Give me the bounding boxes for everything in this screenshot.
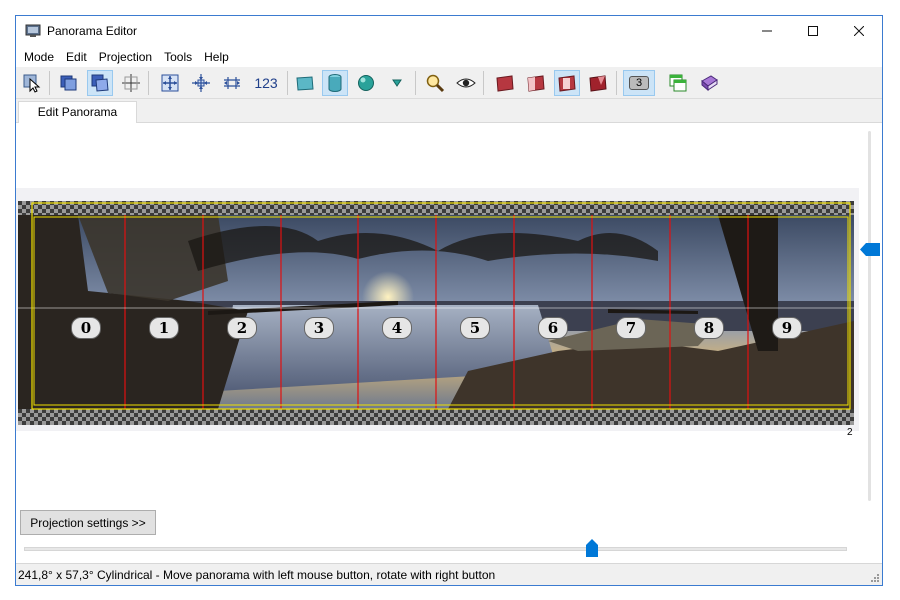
sphere-icon	[358, 75, 374, 91]
crop-button-3[interactable]	[554, 70, 580, 96]
minimize-button[interactable]	[744, 16, 790, 46]
menu-projection[interactable]: Projection	[93, 50, 158, 64]
crop-button-2[interactable]	[523, 70, 549, 96]
menu-tools[interactable]: Tools	[158, 50, 198, 64]
red-panel-center-icon	[558, 75, 576, 92]
menu-help[interactable]: Help	[198, 50, 235, 64]
tab-strip: Edit Panorama	[16, 99, 882, 124]
layer-count-badge: 3	[629, 76, 649, 90]
transparent-border-bottom	[18, 409, 854, 425]
cylinder-icon	[328, 74, 342, 92]
rectilinear-projection-button[interactable]	[292, 70, 318, 96]
toolbar: 123 3	[16, 67, 882, 99]
overlap-images-icon	[91, 74, 109, 92]
expand-arrows-icon	[161, 74, 179, 92]
spherical-projection-button[interactable]	[353, 70, 379, 96]
crosshair-button[interactable]	[118, 70, 144, 96]
close-button[interactable]	[836, 16, 882, 46]
close-icon	[854, 26, 864, 36]
layer-count-button[interactable]: 3	[623, 70, 655, 96]
help-book-button[interactable]	[696, 70, 722, 96]
select-arrow-icon	[23, 74, 41, 93]
panorama-image[interactable]	[18, 201, 854, 425]
crop-button-1[interactable]	[492, 70, 518, 96]
panorama-editor-window: Panorama Editor Mode Edit Projection Too…	[15, 15, 883, 586]
align-button[interactable]	[219, 70, 245, 96]
window-title: Panorama Editor	[47, 24, 138, 38]
horizontal-slider-track[interactable]	[24, 547, 847, 551]
title-bar: Panorama Editor	[16, 16, 882, 46]
overlap-images-button[interactable]	[87, 70, 113, 96]
maximize-button[interactable]	[790, 16, 836, 46]
triangle-down-icon	[392, 79, 402, 87]
center-arrows-icon	[192, 74, 210, 92]
select-tool-button[interactable]	[19, 70, 45, 96]
zoom-button[interactable]	[422, 70, 448, 96]
book-icon	[701, 75, 718, 92]
app-icon	[25, 24, 41, 37]
red-panel-left-icon	[527, 75, 545, 92]
horizontal-slider-thumb[interactable]	[585, 539, 598, 557]
align-arrows-icon	[224, 77, 240, 89]
minimize-icon	[762, 30, 772, 32]
red-panel-icon	[496, 75, 514, 92]
menu-bar: Mode Edit Projection Tools Help	[16, 46, 882, 67]
cylindrical-projection-button[interactable]	[322, 70, 348, 96]
overlay-button[interactable]	[665, 70, 691, 96]
status-text: 241,8° x 57,3° Cylindrical - Move panora…	[18, 568, 496, 582]
expand-button[interactable]	[157, 70, 183, 96]
tab-edit-panorama[interactable]: Edit Panorama	[18, 101, 137, 124]
number-images-button[interactable]: 123	[251, 70, 281, 96]
stack-images-icon	[60, 75, 77, 91]
red-panel-fold-icon	[589, 75, 607, 92]
preview-button[interactable]	[453, 70, 479, 96]
crosshair-icon	[122, 74, 140, 92]
menu-edit[interactable]: Edit	[60, 50, 93, 64]
panorama-canvas[interactable]: 0 1 2 3 4 5 6 7 8 9 2 Projection setting…	[16, 123, 882, 563]
projection-dropdown-button[interactable]	[384, 70, 410, 96]
vertical-slider-track[interactable]	[868, 131, 871, 501]
flat-projection-icon	[296, 76, 314, 91]
overlay-windows-icon	[669, 74, 687, 92]
maximize-icon	[808, 26, 818, 36]
magnifier-icon	[426, 74, 445, 93]
eye-icon	[456, 78, 476, 88]
projection-settings-button[interactable]: Projection settings >>	[20, 510, 156, 535]
menu-mode[interactable]: Mode	[18, 50, 60, 64]
vertical-slider-thumb[interactable]	[860, 243, 880, 257]
status-bar: 241,8° x 57,3° Cylindrical - Move panora…	[16, 563, 882, 585]
crop-button-4[interactable]	[585, 70, 611, 96]
center-button[interactable]	[188, 70, 214, 96]
move-images-button[interactable]	[56, 70, 82, 96]
resize-grip-icon[interactable]	[870, 573, 880, 583]
